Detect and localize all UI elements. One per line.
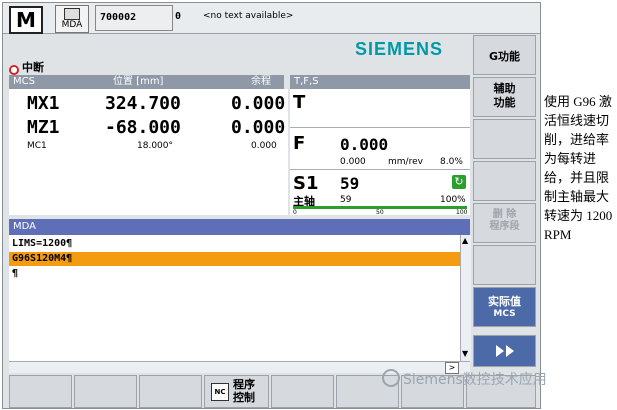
scale-50: 50 — [376, 209, 384, 216]
mda-icon — [64, 8, 80, 20]
next-page-softkey[interactable] — [473, 335, 536, 367]
program-line[interactable]: LIMS=1200¶ — [9, 237, 460, 251]
message-line: <no text available> — [203, 11, 294, 21]
horizontal-softkey-1[interactable] — [9, 375, 72, 408]
rest-column-label: 余程 — [251, 76, 271, 87]
tfs-panel: T F 0.000 0.000 mm/rev 8.0% S1 59 ↻ 主轴 5… — [290, 89, 470, 216]
softkey-label: G功能 — [488, 50, 521, 63]
horizontal-softkey-2[interactable] — [74, 375, 137, 408]
tool-label: T — [293, 92, 306, 113]
softkey-label: 删 除 程序段 — [489, 209, 520, 232]
feed-override: 8.0% — [440, 157, 463, 167]
axis-name: MX1 — [27, 93, 60, 114]
watermark-text: Siemens数控技术应用 — [403, 372, 547, 388]
softkey-empty-3[interactable] — [473, 119, 536, 159]
delete-block-softkey[interactable]: 删 除 程序段 — [473, 203, 536, 243]
horizontal-softkey-3[interactable] — [139, 375, 202, 408]
program-control-softkey[interactable]: NC 程序 控制 — [204, 375, 269, 408]
spindle-actual: 59 — [340, 195, 352, 205]
watermark: Siemens数控技术应用 — [382, 369, 547, 389]
softkey-empty-4[interactable] — [473, 161, 536, 201]
actual-value-mcs-softkey[interactable]: 实际值 MCS — [473, 287, 536, 327]
stop-icon: ● — [9, 65, 19, 75]
softkey-sublabel: MCS — [493, 309, 516, 319]
axis-value: 18.000° — [137, 141, 173, 151]
g-function-softkey[interactable]: G功能 — [473, 35, 536, 75]
softkey-label: 实际值 — [488, 295, 521, 308]
program-line[interactable]: ¶ — [9, 267, 460, 281]
mda-editor[interactable]: LIMS=1200¶ G96S120M4¶ ¶ — [9, 235, 460, 361]
scroll-up-icon[interactable]: ▲ — [462, 236, 468, 245]
position-header: MCS 位置 [mm] 余程 — [9, 75, 284, 89]
annotation-text: 使用 G96 激活恒线速切削，进给率为每转进给，并且限制主轴最大转速为 1200… — [544, 94, 613, 242]
spindle-rotation-icon: ↻ — [452, 175, 466, 189]
divider — [290, 127, 470, 128]
axis-value: -68.000 — [105, 117, 181, 138]
axis-rest: 0.000 — [231, 93, 286, 114]
status-text: 中断 — [22, 61, 44, 74]
machine-logo-icon: M — [9, 6, 43, 34]
top-bar: M MDA 700002 0 <no text available> — [3, 3, 540, 34]
wechat-icon — [382, 369, 400, 387]
spindle-speed: 59 — [340, 174, 360, 193]
scale-0: 0 — [293, 209, 297, 216]
softkey-empty-6[interactable] — [473, 245, 536, 285]
tfs-header: T,F,S — [290, 75, 470, 89]
spindle-override: 100% — [440, 195, 466, 205]
mcs-label: MCS — [13, 76, 35, 87]
nc-icon: NC — [211, 383, 229, 401]
axis-rest: 0.000 — [231, 117, 286, 138]
feed-label: F — [293, 133, 306, 154]
scale-100: 100 — [456, 209, 468, 216]
divider — [290, 169, 470, 170]
hmi-screen: M MDA 700002 0 <no text available> SIEME… — [2, 2, 541, 409]
program-line-selected[interactable]: G96S120M4¶ — [9, 252, 460, 266]
mda-header: MDA — [9, 219, 470, 235]
softkey-label: 辅助 功能 — [493, 82, 516, 109]
position-column-label: 位置 [mm] — [113, 76, 164, 87]
feed-unit: mm/rev — [388, 157, 423, 167]
mode-label: MDA — [61, 20, 83, 30]
axis-rest: 0.000 — [251, 141, 277, 151]
program-control-label: 程序 控制 — [233, 378, 255, 404]
axis-name: MC1 — [27, 141, 47, 151]
mda-mode-indicator: MDA — [55, 5, 89, 33]
horizontal-softkey-5[interactable] — [271, 375, 334, 408]
axis-value: 324.700 — [105, 93, 181, 114]
program-number: 700002 — [95, 5, 173, 31]
scroll-down-icon[interactable]: ▼ — [462, 349, 468, 358]
vertical-scrollbar[interactable]: ▲ ▼ — [460, 235, 471, 361]
aux-function-softkey[interactable]: 辅助 功能 — [473, 77, 536, 117]
axis-name: MZ1 — [27, 117, 60, 138]
feed-actual: 0.000 — [340, 157, 366, 167]
position-panel: MX1 324.700 0.000 MZ1 -68.000 0.000 MC1 … — [9, 89, 288, 215]
program-status: ● 中断 — [9, 59, 44, 75]
feed-value: 0.000 — [340, 135, 389, 154]
tfs-label: T,F,S — [294, 76, 319, 87]
siemens-logo: SIEMENS — [355, 39, 444, 59]
double-arrow-icon — [474, 336, 535, 360]
spindle-label: S1 — [293, 173, 319, 194]
channel-number: 0 — [175, 11, 182, 22]
